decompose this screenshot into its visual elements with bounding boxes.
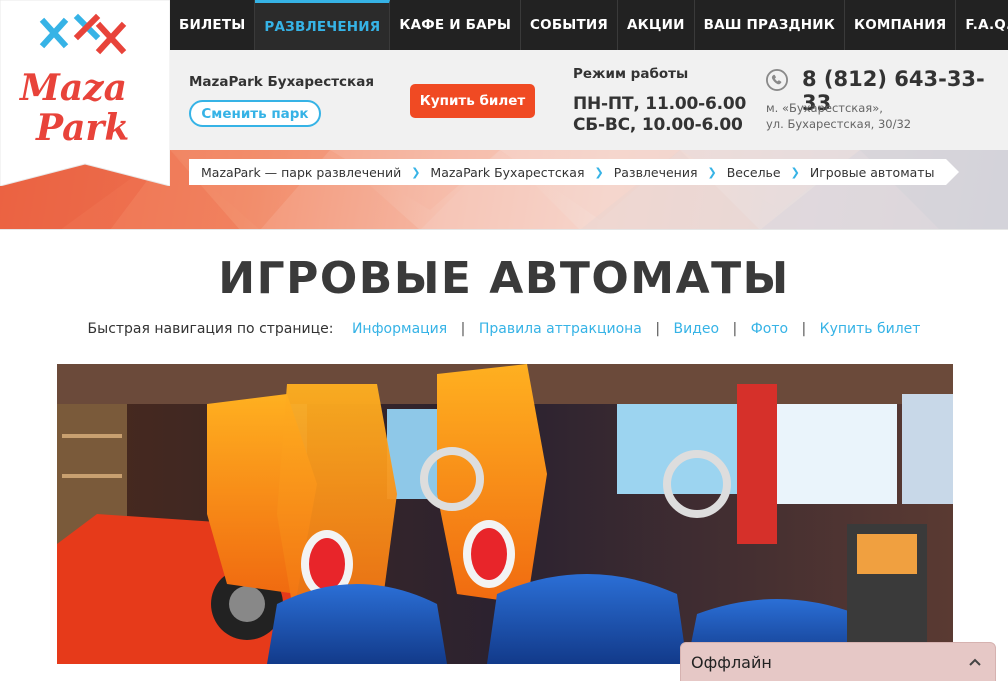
chevron-right-icon: ❯	[411, 165, 421, 179]
quicknav-buy-link[interactable]: Купить билет	[820, 321, 921, 337]
nav-item-cafes-bars[interactable]: КАФЕ И БАРЫ	[390, 0, 522, 50]
nav-item-tickets[interactable]: БИЛЕТЫ	[170, 0, 256, 50]
nav-item-your-party[interactable]: ВАШ ПРАЗДНИК	[695, 0, 846, 50]
chevron-up-icon	[969, 658, 981, 666]
phone-icon	[766, 69, 788, 91]
quicknav-separator: |	[655, 321, 661, 337]
buy-ticket-button[interactable]: Купить билет	[410, 84, 535, 118]
breadcrumb: MazaPark — парк развлечений ❯ MazaPark Б…	[189, 159, 960, 185]
main-nav: БИЛЕТЫ РАЗВЛЕЧЕНИЯ КАФЕ И БАРЫ СОБЫТИЯ А…	[170, 0, 1008, 50]
quicknav-label: Быстрая навигация по странице:	[87, 321, 334, 337]
hours-weekdays: ПН-ПТ, 11.00-6.00	[573, 94, 747, 114]
quicknav-video-link[interactable]: Видео	[674, 321, 720, 337]
mazapark-logo: Maza Park	[0, 0, 171, 187]
page-title: ИГРОВЫЕ АВТОМАТЫ	[218, 253, 790, 304]
breadcrumb-current: Игровые автоматы	[809, 164, 935, 180]
nav-item-faq[interactable]: F.A.Q.	[956, 0, 1008, 50]
site-logo[interactable]: Maza Park	[0, 0, 171, 187]
breadcrumb-entertainment[interactable]: Развлечения	[614, 165, 698, 180]
arcade-photo	[57, 364, 953, 664]
breadcrumb-park[interactable]: MazaPark Бухарестская	[430, 165, 584, 180]
nav-item-promotions[interactable]: АКЦИИ	[618, 0, 695, 50]
chevron-right-icon: ❯	[594, 165, 604, 179]
quicknav-photo-link[interactable]: Фото	[751, 321, 788, 337]
chevron-right-icon: ❯	[707, 165, 717, 179]
quicknav-separator: |	[732, 321, 738, 337]
nav-item-entertainment[interactable]: РАЗВЛЕЧЕНИЯ	[255, 0, 391, 50]
chat-status: Оффлайн	[691, 652, 772, 672]
nav-item-company[interactable]: КОМПАНИЯ	[845, 0, 957, 50]
address-metro: м. «Бухарестская»,	[766, 101, 883, 115]
nav-item-events[interactable]: СОБЫТИЯ	[521, 0, 618, 50]
chevron-right-icon: ❯	[790, 165, 800, 179]
logo-text-maza: Maza	[18, 67, 127, 109]
quicknav-info-link[interactable]: Информация	[352, 321, 447, 337]
breadcrumb-home[interactable]: MazaPark — парк развлечений	[201, 165, 401, 180]
breadcrumb-fun[interactable]: Веселье	[727, 165, 781, 180]
chat-widget[interactable]: Оффлайн	[680, 642, 996, 681]
quick-navigation: Быстрая навигация по странице: Информаци…	[0, 321, 1008, 337]
hours-weekend: СБ-ВС, 10.00-6.00	[573, 115, 743, 135]
park-name: MazaPark Бухарестская	[189, 74, 374, 90]
quicknav-separator: |	[801, 321, 807, 337]
change-park-button[interactable]: Сменить парк	[189, 100, 321, 127]
address-street: ул. Бухарестская, 30/32	[766, 117, 912, 131]
arcade-machines-image	[57, 364, 953, 664]
quicknav-rules-link[interactable]: Правила аттракциона	[479, 321, 642, 337]
logo-text-park: Park	[35, 107, 129, 149]
quicknav-separator: |	[460, 321, 466, 337]
hours-title: Режим работы	[573, 66, 689, 82]
